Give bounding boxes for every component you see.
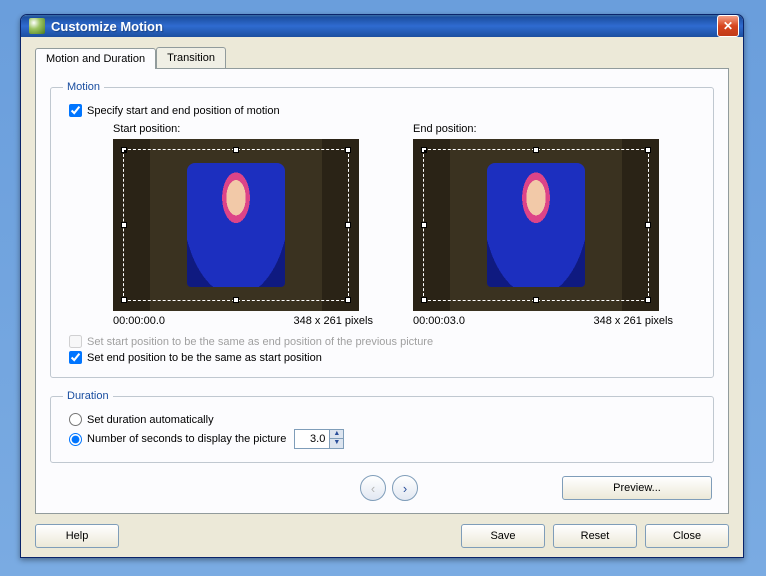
window-title: Customize Motion bbox=[51, 19, 717, 34]
set-end-same-label: Set end position to be the same as start… bbox=[87, 352, 322, 364]
set-start-same-label: Set start position to be the same as end… bbox=[87, 336, 433, 348]
app-icon bbox=[29, 18, 45, 34]
help-button[interactable]: Help bbox=[35, 524, 119, 548]
tab-transition[interactable]: Transition bbox=[156, 47, 226, 68]
chevron-right-icon: › bbox=[403, 481, 407, 496]
chevron-left-icon: ‹ bbox=[371, 481, 375, 496]
close-icon[interactable]: ✕ bbox=[717, 15, 739, 37]
end-position-col: End position: 00:00:03.0 348 x 261 pi bbox=[413, 123, 673, 327]
end-position-label: End position: bbox=[413, 123, 673, 135]
end-time: 00:00:03.0 bbox=[413, 315, 465, 327]
duration-auto-radio[interactable]: Set duration automatically bbox=[63, 413, 701, 426]
duration-auto-label: Set duration automatically bbox=[87, 414, 214, 426]
start-time: 00:00:00.0 bbox=[113, 315, 165, 327]
close-button[interactable]: Close bbox=[645, 524, 729, 548]
tab-motion-duration[interactable]: Motion and Duration bbox=[35, 48, 156, 69]
tab-bar: Motion and Duration Transition bbox=[35, 47, 729, 68]
specify-motion-input[interactable] bbox=[69, 104, 82, 117]
duration-seconds-label: Number of seconds to display the picture bbox=[87, 433, 286, 445]
set-start-same-input bbox=[69, 335, 82, 348]
set-end-same-input[interactable] bbox=[69, 351, 82, 364]
reset-button[interactable]: Reset bbox=[553, 524, 637, 548]
dialog-window: Customize Motion ✕ Motion and Duration T… bbox=[20, 14, 744, 558]
motion-group: Motion Specify start and end position of… bbox=[50, 81, 714, 378]
prev-button[interactable]: ‹ bbox=[360, 475, 386, 501]
seconds-field[interactable] bbox=[295, 433, 329, 445]
spinner-up-icon[interactable]: ▲ bbox=[329, 430, 343, 439]
set-start-same-checkbox: Set start position to be the same as end… bbox=[63, 335, 701, 348]
start-position-label: Start position: bbox=[113, 123, 373, 135]
duration-seconds-radio[interactable]: Number of seconds to display the picture bbox=[69, 433, 286, 446]
duration-group: Duration Set duration automatically Numb… bbox=[50, 390, 714, 463]
specify-motion-checkbox[interactable]: Specify start and end position of motion bbox=[63, 104, 701, 117]
duration-legend: Duration bbox=[63, 390, 113, 402]
end-thumbnail[interactable] bbox=[413, 139, 659, 311]
next-button[interactable]: › bbox=[392, 475, 418, 501]
tab-content: Motion Specify start and end position of… bbox=[35, 68, 729, 514]
start-thumbnail[interactable] bbox=[113, 139, 359, 311]
duration-auto-input[interactable] bbox=[69, 413, 82, 426]
preview-button[interactable]: Preview... bbox=[562, 476, 712, 500]
start-dimensions: 348 x 261 pixels bbox=[294, 315, 374, 327]
specify-motion-label: Specify start and end position of motion bbox=[87, 105, 280, 117]
save-button[interactable]: Save bbox=[461, 524, 545, 548]
start-position-col: Start position: 00:00:00.0 348 x 261 bbox=[113, 123, 373, 327]
duration-seconds-input[interactable] bbox=[69, 433, 82, 446]
motion-legend: Motion bbox=[63, 81, 104, 93]
spinner-down-icon[interactable]: ▼ bbox=[329, 439, 343, 448]
end-dimensions: 348 x 261 pixels bbox=[594, 315, 674, 327]
titlebar: Customize Motion ✕ bbox=[21, 15, 743, 37]
seconds-spinner[interactable]: ▲ ▼ bbox=[294, 429, 344, 449]
set-end-same-checkbox[interactable]: Set end position to be the same as start… bbox=[63, 351, 701, 364]
